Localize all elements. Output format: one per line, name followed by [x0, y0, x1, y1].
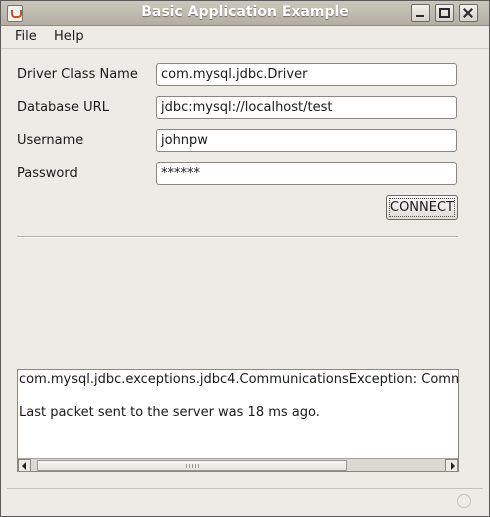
connect-button-label: CONNECT [390, 200, 454, 215]
output-line-packet: Last packet sent to the server was 18 ms… [19, 405, 320, 420]
database-url-field[interactable]: jdbc:mysql://localhost/test [156, 96, 457, 119]
password-label: Password [17, 166, 78, 181]
scroll-left-icon[interactable] [18, 459, 31, 471]
driver-class-field[interactable]: com.mysql.jdbc.Driver [156, 63, 457, 86]
grip-icon [186, 464, 200, 468]
menu-bar: File Help [1, 26, 489, 49]
form-separator [17, 236, 458, 238]
close-icon[interactable] [459, 4, 478, 22]
password-field[interactable]: ****** [156, 162, 457, 185]
title-bar[interactable]: Basic Application Example [1, 1, 489, 26]
scroll-right-icon[interactable] [445, 459, 458, 471]
status-indicator-icon [457, 494, 471, 508]
scrollbar-thumb[interactable] [37, 460, 347, 471]
horizontal-scrollbar[interactable] [18, 458, 458, 471]
connect-button[interactable]: CONNECT [386, 195, 458, 220]
driver-class-label: Driver Class Name [17, 67, 138, 82]
menu-help[interactable]: Help [54, 29, 84, 44]
output-text-area[interactable]: com.mysql.jdbc.exceptions.jdbc4.Communic… [17, 369, 459, 472]
maximize-icon[interactable] [435, 4, 454, 22]
status-separator [7, 488, 483, 489]
username-field[interactable]: johnpw [156, 129, 457, 152]
minimize-icon[interactable] [411, 4, 430, 22]
database-url-label: Database URL [17, 100, 109, 115]
username-label: Username [17, 133, 84, 148]
output-line-exception: com.mysql.jdbc.exceptions.jdbc4.Communic… [19, 372, 459, 387]
menu-file[interactable]: File [15, 29, 37, 44]
application-window: Basic Application Example File Help Driv… [0, 0, 490, 517]
